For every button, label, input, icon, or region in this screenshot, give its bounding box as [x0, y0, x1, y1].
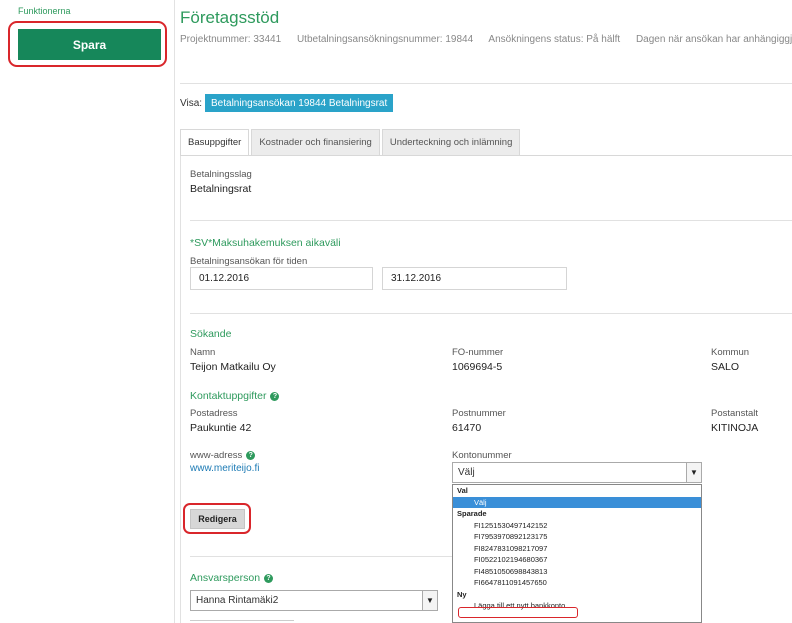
account-select-value: Välj [458, 467, 475, 478]
dropdown-group-saved: Sparade [457, 509, 487, 519]
period-start-input[interactable]: 01.12.2016 [190, 267, 373, 290]
fo-number-label: FO-nummer [452, 347, 504, 358]
fo-number-value: 1069694-5 [452, 361, 503, 373]
section-divider [190, 220, 792, 221]
applicant-section-title: Sökande [190, 328, 232, 340]
dropdown-option-account[interactable]: FI8247831098217097 [453, 543, 701, 555]
tab-basuppgifter[interactable]: Basuppgifter [180, 129, 250, 156]
functions-label: Funktionerna [18, 6, 71, 16]
payment-type-value: Betalningsrat [190, 183, 252, 195]
postnumber-label: Postnummer [452, 408, 506, 419]
add-account-highlight-ring [458, 607, 578, 618]
contact-title-text: Kontaktuppgifter [190, 390, 267, 402]
payment-type-label: Betalningsslag [190, 169, 252, 180]
www-label-text: www-adress [190, 450, 243, 461]
postanstalt-value: KITINOJA [711, 422, 759, 434]
project-meta: Projektnummer: 33441 Utbetalningsansökni… [180, 34, 792, 45]
period-end-input[interactable]: 31.12.2016 [382, 267, 567, 290]
www-label: www-adress? [190, 450, 256, 461]
kommun-label: Kommun [711, 347, 750, 358]
account-dropdown-list: Val Välj Sparade FI1251530497142152 FI79… [452, 484, 702, 623]
header-divider [180, 83, 792, 84]
tab-kostnader[interactable]: Kostnader och finansiering [251, 129, 380, 156]
account-number-select[interactable]: Välj ▼ [452, 462, 702, 483]
responsible-title-text: Ansvarsperson [190, 572, 261, 584]
tab-underteckning[interactable]: Underteckning och inlämning [381, 129, 521, 156]
tab-underline [180, 155, 792, 156]
address-label: Postadress [190, 408, 238, 419]
name-label: Namn [190, 347, 216, 358]
visa-selector[interactable]: Betalningsansökan 19844 Betalningsrat [205, 94, 394, 112]
submission-date: Dagen när ansökan har anhängiggjorts: [635, 34, 792, 45]
help-icon[interactable]: ? [246, 450, 256, 460]
application-status: Ansökningens status: På hälft [488, 34, 621, 45]
help-icon[interactable]: ? [264, 573, 274, 583]
dropdown-group-val: Val [457, 486, 468, 496]
save-button[interactable]: Spara [18, 29, 161, 60]
chevron-down-icon[interactable]: ▼ [422, 591, 437, 610]
chevron-down-icon[interactable]: ▼ [686, 463, 701, 482]
dropdown-option-account[interactable]: FI1251530497142152 [453, 520, 701, 532]
account-number-label: Kontonummer [452, 450, 512, 461]
page: Funktionerna Spara Företagsstöd Projektn… [0, 0, 792, 623]
page-title: Företagsstöd [180, 8, 280, 27]
payment-application-number: Utbetalningsansökningsnummer: 19844 [296, 34, 474, 45]
dropdown-option-account[interactable]: FI4851050698843813 [453, 566, 701, 578]
content-border [180, 156, 181, 623]
period-label: Betalningsansökan för tiden [190, 256, 308, 267]
dropdown-option-account[interactable]: FI7953970892123175 [453, 531, 701, 543]
help-icon[interactable]: ? [270, 391, 280, 401]
postnumber-value: 61470 [452, 422, 482, 434]
responsible-person-select[interactable]: Hanna Rintamäki2 ▼ [190, 590, 438, 611]
postanstalt-label: Postanstalt [711, 408, 758, 419]
kommun-value: SALO [711, 361, 740, 373]
visa-label: Visa: [180, 98, 203, 109]
responsible-select-value: Hanna Rintamäki2 [196, 595, 279, 606]
contact-section-title: Kontaktuppgifter? [190, 390, 280, 402]
period-section-title: *SV*Maksuhakemuksen aikaväli [190, 237, 341, 249]
functions-panel: Funktionerna Spara [0, 0, 175, 623]
dropdown-option-account[interactable]: FI0522102194680367 [453, 554, 701, 566]
edit-button[interactable]: Redigera [190, 509, 245, 529]
project-number: Projektnummer: 33441 [180, 34, 282, 45]
dropdown-option-account[interactable]: FI6647811091457650 [453, 577, 701, 589]
responsible-section-title: Ansvarsperson? [190, 572, 274, 584]
dropdown-group-new: Ny [457, 589, 467, 599]
section-divider [190, 556, 452, 557]
next-field-edge [190, 620, 294, 621]
dropdown-option-valj[interactable]: Välj [453, 496, 701, 508]
tab-bar: Basuppgifter Kostnader och finansiering … [180, 129, 522, 156]
name-value: Teijon Matkailu Oy [190, 361, 276, 373]
section-divider [190, 313, 792, 314]
www-link[interactable]: www.meriteijo.fi [190, 463, 259, 474]
address-value: Paukuntie 42 [190, 422, 252, 434]
